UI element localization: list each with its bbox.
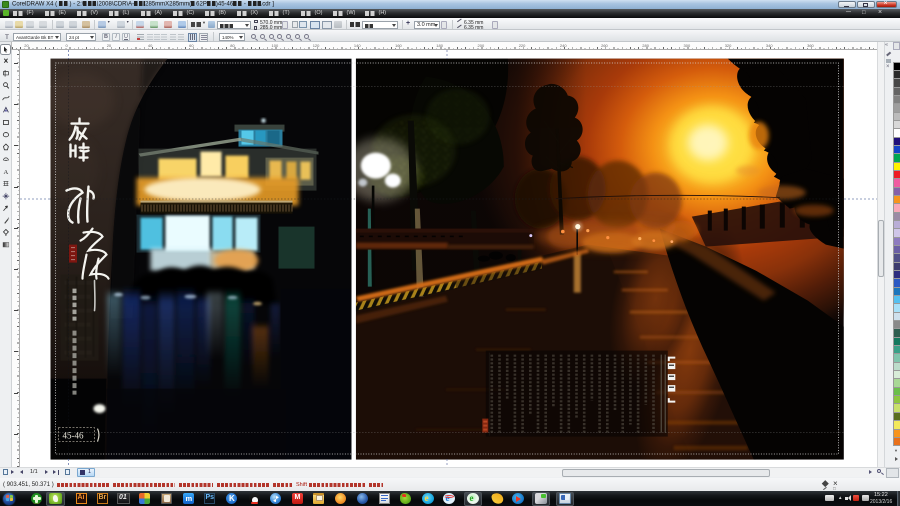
svg-text:A: A <box>3 169 8 176</box>
svg-text:45-46: 45-46 <box>63 431 84 441</box>
